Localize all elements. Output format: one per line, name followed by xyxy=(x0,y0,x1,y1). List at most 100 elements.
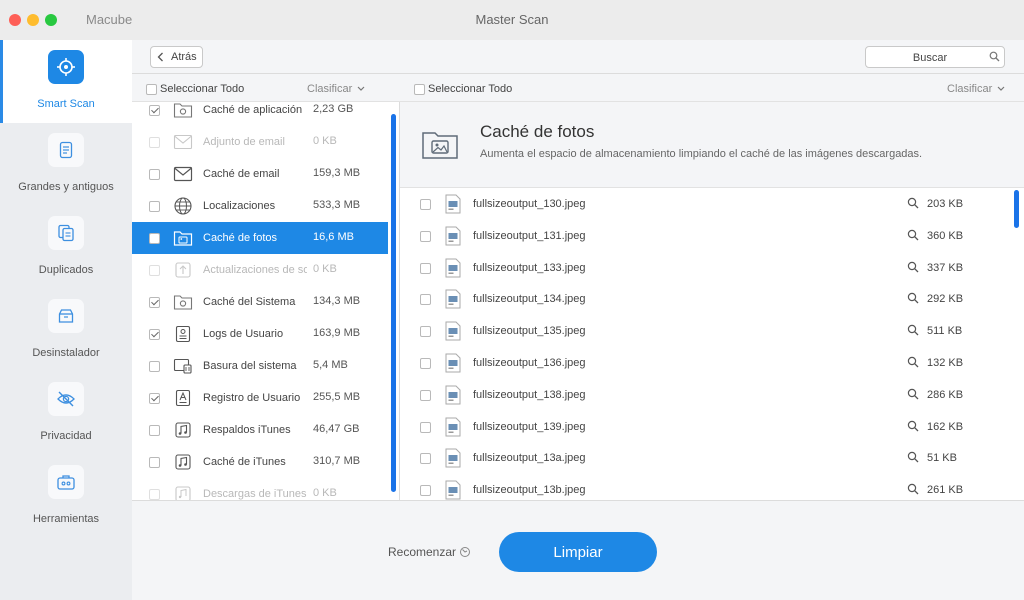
preview-search-icon[interactable] xyxy=(907,356,919,371)
sidebar-item-desinstalador[interactable]: Desinstalador xyxy=(0,289,132,372)
category-row[interactable]: Localizaciones 533,3 MB xyxy=(132,190,388,222)
category-row[interactable]: Descargas de iTunes 0 KB xyxy=(132,478,388,500)
category-checkbox[interactable] xyxy=(149,329,160,340)
file-row[interactable]: fullsizeoutput_139.jpeg 162 KB xyxy=(400,411,1024,443)
category-checkbox[interactable] xyxy=(149,105,160,116)
preview-search-icon[interactable] xyxy=(907,261,919,276)
file-checkbox[interactable] xyxy=(420,358,431,369)
category-checkbox[interactable] xyxy=(149,361,160,372)
preview-search-icon[interactable] xyxy=(907,229,919,244)
sidebar-item-label: Desinstalador xyxy=(32,347,100,359)
category-checkbox[interactable] xyxy=(149,393,160,404)
sidebar-item-duplicados[interactable]: Duplicados xyxy=(0,206,132,289)
file-checkbox[interactable] xyxy=(420,294,431,306)
file-row[interactable]: fullsizeoutput_13a.jpeg 51 KB xyxy=(400,442,1024,474)
preview-search-icon[interactable] xyxy=(907,451,919,466)
file-name: fullsizeoutput_131.jpeg xyxy=(473,229,586,242)
sidebar-item-smart-scan[interactable]: Smart Scan xyxy=(0,40,132,123)
preview-search-icon[interactable] xyxy=(907,197,919,212)
sort-categories-dropdown[interactable]: Clasificar xyxy=(307,83,365,95)
sidebar-item-label: Smart Scan xyxy=(37,98,95,110)
toolbar: Atrás Buscar xyxy=(132,40,1024,74)
category-list-scrollbar[interactable] xyxy=(391,114,396,492)
sidebar-item-grandes-y-antiguos[interactable]: Grandes y antiguos xyxy=(0,123,132,206)
file-row[interactable]: fullsizeoutput_131.jpeg 360 KB xyxy=(400,220,1024,252)
category-row[interactable]: Registro de Usuario 255,5 MB xyxy=(132,382,388,414)
preview-search-icon[interactable] xyxy=(907,292,919,307)
sidebar-item-label: Grandes y antiguos xyxy=(18,181,114,193)
file-checkbox[interactable] xyxy=(420,485,431,497)
category-checkbox[interactable] xyxy=(149,169,160,180)
file-checkbox[interactable] xyxy=(420,326,431,338)
category-row[interactable]: Logs de Usuario 163,9 MB xyxy=(132,318,388,350)
preview-search-icon[interactable] xyxy=(907,483,919,498)
category-name: Logs de Usuario xyxy=(203,328,284,340)
category-row[interactable]: Caché del Sistema 134,3 MB xyxy=(132,286,388,318)
category-row[interactable]: Respaldos iTunes 46,47 GB xyxy=(132,414,388,446)
sort-label: Clasificar xyxy=(947,83,993,95)
select-all-files[interactable]: Seleccionar Todo xyxy=(414,83,512,95)
select-all-checkbox[interactable] xyxy=(146,83,157,95)
category-name: Basura del sistema xyxy=(203,360,297,372)
file-list-scrollbar[interactable] xyxy=(1014,190,1019,228)
file-size: 337 KB xyxy=(927,261,964,274)
file-row[interactable]: fullsizeoutput_13b.jpeg 261 KB xyxy=(400,474,1024,500)
file-row[interactable]: fullsizeoutput_138.jpeg 286 KB xyxy=(400,379,1024,411)
category-checkbox[interactable] xyxy=(149,489,160,500)
sidebar-item-herramientas[interactable]: Herramientas xyxy=(0,455,132,538)
category-checkbox[interactable] xyxy=(149,265,160,276)
clean-button[interactable]: Limpiar xyxy=(499,532,657,572)
file-row[interactable]: fullsizeoutput_136.jpeg 132 KB xyxy=(400,347,1024,379)
file-checkbox[interactable] xyxy=(420,262,431,274)
file-row[interactable]: fullsizeoutput_134.jpeg 292 KB xyxy=(400,283,1024,315)
category-checkbox[interactable] xyxy=(149,233,160,244)
gear-folder-icon xyxy=(172,291,194,313)
category-checkbox[interactable] xyxy=(149,457,160,468)
file-row[interactable]: fullsizeoutput_130.jpeg 203 KB xyxy=(400,188,1024,220)
preview-search-icon[interactable] xyxy=(907,388,919,403)
select-all-categories[interactable]: Seleccionar Todo xyxy=(146,83,244,95)
file-size: 360 KB xyxy=(927,229,964,242)
file-row[interactable]: fullsizeoutput_135.jpeg 511 KB xyxy=(400,315,1024,347)
file-checkbox[interactable] xyxy=(420,421,431,433)
category-name: Adjunto de email xyxy=(203,136,285,148)
file-size: 203 KB xyxy=(927,198,964,210)
restart-button[interactable]: Recomenzar xyxy=(388,545,471,559)
category-name: Caché de aplicación xyxy=(203,104,303,116)
file-row[interactable]: fullsizeoutput_133.jpeg 337 KB xyxy=(400,252,1024,284)
back-button[interactable]: Atrás xyxy=(150,46,203,68)
sort-files-dropdown[interactable]: Clasificar xyxy=(947,83,1005,95)
category-row[interactable]: Actualizaciones de so 0 KB xyxy=(132,254,388,286)
file-size: 292 KB xyxy=(927,293,964,306)
jpeg-file-icon xyxy=(445,480,461,500)
file-checkbox[interactable] xyxy=(420,389,431,401)
search-input[interactable]: Buscar xyxy=(865,46,1005,68)
category-row[interactable]: Caché de aplicación 2,23 GB xyxy=(132,102,388,126)
category-row[interactable]: Caché de fotos 16,6 MB xyxy=(132,222,388,254)
mail-attachment-icon xyxy=(172,131,194,153)
preview-search-icon[interactable] xyxy=(907,324,919,339)
category-row[interactable]: Adjunto de email 0 KB xyxy=(132,126,388,158)
category-row[interactable]: Caché de email 159,3 MB xyxy=(132,158,388,190)
category-checkbox[interactable] xyxy=(149,201,160,212)
category-checkbox[interactable] xyxy=(149,297,160,308)
category-row[interactable]: Basura del sistema 5,4 MB xyxy=(132,350,388,382)
file-checkbox[interactable] xyxy=(420,230,431,242)
category-checkbox[interactable] xyxy=(149,137,160,148)
system-trash-icon xyxy=(172,355,194,377)
user-log-icon xyxy=(172,323,194,345)
file-name: fullsizeoutput_13b.jpeg xyxy=(473,484,586,497)
select-all-checkbox[interactable] xyxy=(414,83,425,95)
file-checkbox[interactable] xyxy=(420,453,431,465)
category-row[interactable]: Caché de iTunes 310,7 MB xyxy=(132,446,388,478)
file-name: fullsizeoutput_134.jpeg xyxy=(473,293,586,306)
category-size: 163,9 MB xyxy=(313,327,361,339)
preview-search-icon[interactable] xyxy=(907,420,919,435)
jpeg-file-icon xyxy=(445,448,461,471)
chevron-down-icon xyxy=(357,86,365,91)
category-name: Registro de Usuario xyxy=(203,392,301,404)
file-checkbox[interactable] xyxy=(420,199,431,210)
category-checkbox[interactable] xyxy=(149,425,160,436)
photo-folder-icon xyxy=(172,227,194,249)
sidebar-item-privacidad[interactable]: Privacidad xyxy=(0,372,132,455)
